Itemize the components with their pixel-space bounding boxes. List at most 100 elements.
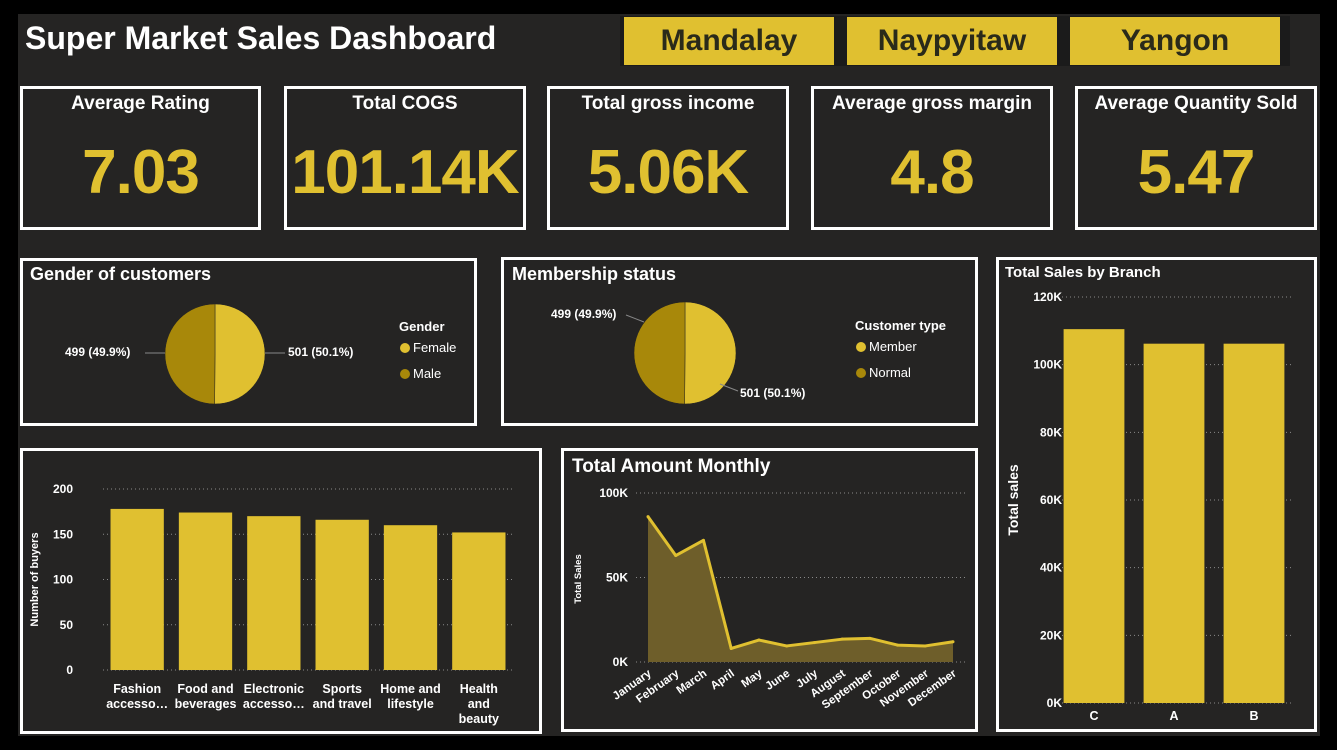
legend-dot [856, 367, 866, 378]
y-tick-label: 0K [1047, 696, 1063, 710]
kpi-label: Average gross margin [832, 93, 1032, 114]
y-tick-label: 200 [53, 482, 73, 496]
kpi-value: 7.03 [82, 138, 200, 207]
data-point[interactable] [729, 646, 733, 650]
y-tick-label: 80K [1040, 425, 1062, 439]
legend-dot [400, 342, 410, 353]
bar[interactable] [1063, 329, 1125, 703]
data-point[interactable] [868, 636, 872, 640]
y-tick-label: 100K [599, 486, 628, 500]
x-tick-label: accesso… [106, 697, 168, 711]
membership-pie-label-normal: 499 (49.9%) [551, 307, 617, 321]
branch-sales-chart: 0K 20K 40K 60K 80K 100K 120K C A B Total sales [1005, 290, 1294, 723]
x-tick-label: B [1249, 709, 1258, 723]
y-tick-label: 40K [1040, 561, 1062, 575]
data-point[interactable] [923, 644, 927, 648]
kpi-card-total-gross-income: Total gross income 5.06K [547, 86, 789, 230]
data-point[interactable] [757, 638, 761, 642]
y-tick-label: 100K [1033, 358, 1062, 372]
membership-pie-label-member: 501 (50.1%) [740, 386, 806, 400]
legend-item-member[interactable]: Member [856, 339, 917, 354]
monthly-sales-chart: 0K50K100KJanuaryFebruaryMarch April MayJun… [573, 486, 967, 712]
gender-chart-panel: Gender of customers 499 (49.9%) 501 (50.… [20, 258, 477, 426]
pie-slice-normal[interactable] [633, 301, 686, 405]
x-tick-label: Sports [322, 682, 362, 696]
x-tick-label: April [709, 668, 737, 693]
membership-chart-panel: Membership status 499 (49.9%) 501 (50.1%… [501, 257, 978, 426]
data-point[interactable] [840, 637, 844, 641]
x-tick-label: Health [460, 682, 498, 696]
y-axis-label: Total Sales [573, 554, 584, 603]
pie-slice-male[interactable] [164, 303, 216, 405]
kpi-label: Total COGS [352, 93, 458, 114]
x-tick-label: June [763, 668, 792, 693]
legend-dot [856, 341, 866, 352]
data-point[interactable] [674, 554, 678, 558]
x-tick-label: Fashion [113, 682, 161, 696]
kpi-card-average-gross-margin: Average gross margin 4.8 [811, 86, 1053, 230]
y-tick-label: 0 [66, 663, 73, 677]
data-point[interactable] [896, 643, 900, 647]
pie-slice-female[interactable] [214, 303, 266, 405]
y-axis-label: Total sales [1005, 464, 1021, 536]
area-fill [648, 516, 953, 662]
legend-label: Member [869, 339, 917, 354]
bar[interactable] [383, 525, 438, 670]
bar[interactable] [110, 508, 164, 670]
legend-label: Female [413, 340, 457, 355]
membership-legend-title: Customer type [855, 318, 947, 333]
kpi-label: Average Quantity Sold [1094, 93, 1298, 114]
slicer-button-naypyitaw[interactable]: Naypyitaw [847, 17, 1057, 65]
x-tick-label: March [675, 668, 710, 697]
y-tick-label: 60K [1040, 493, 1062, 507]
legend-item-female[interactable]: Female [400, 340, 456, 355]
x-tick-label: A [1169, 709, 1178, 723]
data-point[interactable] [951, 640, 955, 644]
x-tick-label: and travel [313, 697, 372, 711]
gender-pie-label-female: 501 (50.1%) [288, 345, 354, 359]
legend-item-male[interactable]: Male [400, 366, 441, 381]
kpi-label: Average Rating [71, 93, 210, 114]
bar[interactable] [452, 532, 506, 670]
gender-pie-label-male: 499 (49.9%) [65, 345, 131, 359]
x-tick-label: May [739, 667, 765, 690]
x-tick-label: lifestyle [387, 697, 434, 711]
legend-label: Normal [869, 365, 911, 380]
legend-item-normal[interactable]: Normal [856, 365, 911, 380]
x-tick-label: Food and [177, 682, 233, 696]
x-tick-label: C [1089, 709, 1098, 723]
slicer-button-mandalay[interactable]: Mandalay [624, 17, 834, 65]
gender-legend-title: Gender [399, 319, 445, 334]
x-tick-label: beauty [459, 712, 499, 726]
monthly-sales-panel: Total Amount Monthly 0K 50K 100K January Feb… [561, 448, 978, 732]
legend-dot [400, 368, 410, 379]
kpi-value: 4.8 [890, 138, 974, 207]
y-tick-label: 120K [1033, 290, 1062, 304]
y-tick-label: 50 [60, 618, 74, 632]
bar[interactable] [315, 519, 369, 670]
y-tick-label: 0K [613, 655, 629, 669]
buyers-by-product-chart: 050100150200Fashionaccesso…Food andbever… [29, 482, 513, 726]
bar[interactable] [247, 516, 301, 670]
bar[interactable] [178, 512, 233, 670]
kpi-value: 101.14K [291, 138, 519, 207]
data-point[interactable] [812, 641, 816, 645]
bar[interactable] [1143, 343, 1205, 703]
data-point[interactable] [785, 644, 789, 648]
pie-slice-member[interactable] [684, 301, 737, 405]
y-tick-label: 20K [1040, 628, 1062, 642]
x-tick-label: accesso… [243, 697, 305, 711]
y-tick-label: 150 [53, 527, 73, 541]
x-tick-label: Home and [380, 682, 440, 696]
slicer-button-yangon[interactable]: Yangon [1070, 17, 1280, 65]
bar[interactable] [1223, 343, 1285, 703]
kpi-card-average-rating: Average Rating 7.03 [20, 86, 261, 230]
data-point[interactable] [646, 515, 650, 519]
branch-sales-panel: Total Sales by Branch 0K 20K 40K 60K 80K 100K… [996, 257, 1317, 732]
buyers-by-product-panel: 0 50 100 150 200 Fashion accesso… Food and bever… [20, 448, 542, 734]
x-tick-label: beverages [175, 697, 237, 711]
x-tick-label: and [468, 697, 490, 711]
kpi-value: 5.47 [1137, 138, 1256, 207]
data-point[interactable] [701, 538, 705, 542]
kpi-card-total-cogs: Total COGS 101.14K [284, 86, 526, 230]
